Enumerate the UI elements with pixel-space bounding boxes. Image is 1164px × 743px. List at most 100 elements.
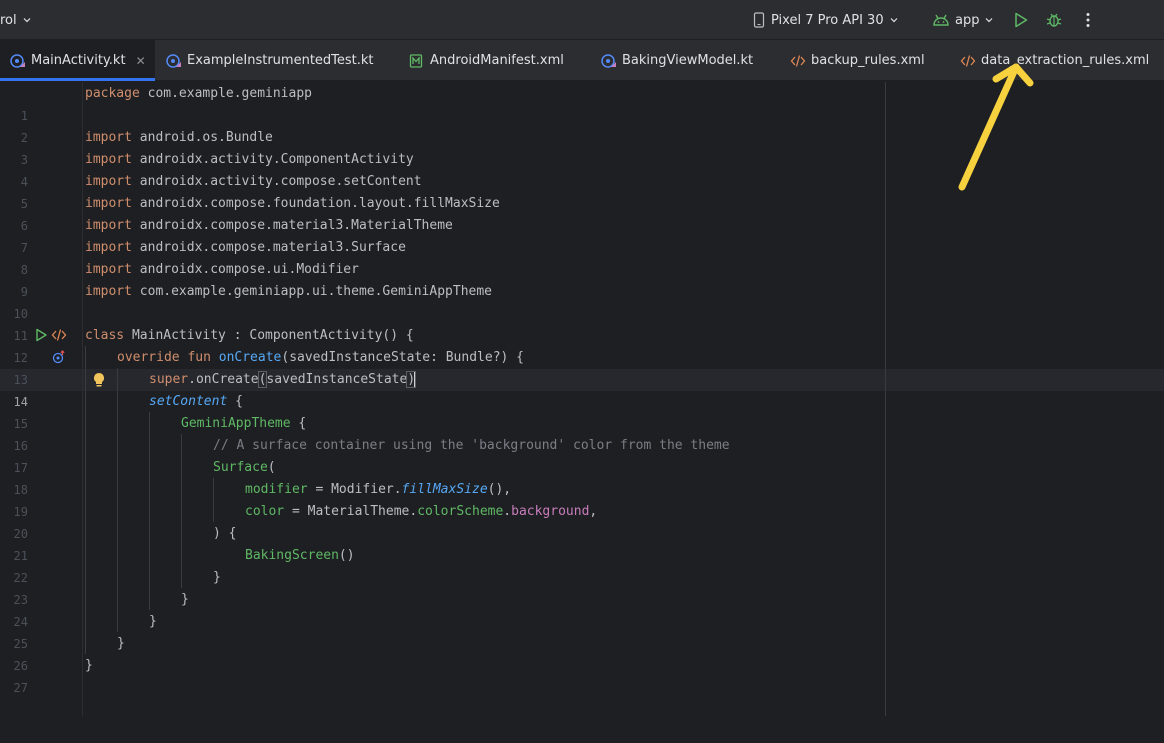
keyword: import bbox=[85, 196, 132, 211]
more-options-button[interactable] bbox=[1080, 0, 1096, 40]
code-line-18: 18 Surface( bbox=[0, 457, 1164, 497]
chevron-down-icon bbox=[23, 18, 31, 23]
annotation-arrow-icon bbox=[958, 63, 1034, 191]
android-icon bbox=[933, 14, 949, 26]
keyword: import bbox=[85, 262, 132, 277]
code-line-23: 23 } bbox=[0, 567, 1164, 607]
code-line-13: 13 override fun onCreate(savedInstanceSt… bbox=[0, 347, 1164, 387]
tab-backup-rules[interactable]: backup_rules.xml bbox=[790, 40, 950, 81]
run-config-selector[interactable]: app bbox=[932, 0, 993, 40]
code-text: } bbox=[117, 636, 125, 651]
keyword: class bbox=[85, 328, 125, 343]
named-argument: color bbox=[245, 504, 285, 519]
code-line-16: 16 GeminiAppTheme { bbox=[0, 413, 1164, 453]
code-line-20: 20 color = MaterialTheme.colorScheme.bac… bbox=[0, 501, 1164, 541]
keyword: override fun bbox=[117, 350, 211, 365]
manifest-file-icon bbox=[409, 53, 423, 68]
code-text: { bbox=[290, 416, 307, 431]
tab-baking-view-model[interactable]: BakingViewModel.kt bbox=[601, 40, 776, 81]
tab-label: BakingViewModel.kt bbox=[622, 53, 754, 68]
code-text: () bbox=[338, 548, 355, 563]
property-name: background bbox=[511, 504, 590, 519]
code-text: = MaterialTheme. bbox=[284, 504, 418, 519]
code-text: } bbox=[85, 658, 93, 673]
code-text: , bbox=[589, 504, 598, 519]
code-text: MainActivity : ComponentActivity() { bbox=[124, 328, 414, 343]
phone-icon bbox=[753, 12, 765, 28]
keyword: package bbox=[85, 86, 140, 101]
tab-example-instrumented-test[interactable]: ExampleInstrumentedTest.kt bbox=[166, 40, 396, 81]
keyword: super bbox=[149, 372, 189, 387]
composable-name: Surface bbox=[213, 460, 268, 475]
keyword: import bbox=[85, 152, 132, 167]
composable-name: GeminiAppTheme bbox=[181, 416, 291, 431]
code-line-27: 27 } bbox=[0, 655, 1164, 695]
code-text: = Modifier. bbox=[307, 482, 402, 497]
code-text: { bbox=[227, 394, 243, 409]
project-selector[interactable]: rol bbox=[0, 0, 31, 40]
code-text: .onCreate bbox=[188, 372, 259, 387]
code-text: ) { bbox=[213, 526, 237, 541]
device-label: Pixel 7 Pro API 30 bbox=[771, 12, 884, 28]
code-comment: // A surface container using the 'backgr… bbox=[213, 438, 730, 453]
function-name: fillMaxSize bbox=[401, 482, 488, 497]
code-line-7: 7 import androidx.compose.material3.Mate… bbox=[0, 215, 1164, 255]
kotlin-class-file-icon bbox=[601, 53, 616, 68]
code-text: (), bbox=[487, 482, 512, 497]
code-line-11: 11 bbox=[0, 303, 1164, 343]
keyword: import bbox=[85, 218, 132, 233]
code-line-12: 12 class MainActivity : ComponentActivit… bbox=[0, 325, 1164, 365]
code-text: androidx.activity.ComponentActivity bbox=[131, 152, 414, 167]
code-line-9: 9 import androidx.compose.ui.Modifier bbox=[0, 259, 1164, 299]
code-line-19: 19 modifier = Modifier.fillMaxSize(), bbox=[0, 479, 1164, 519]
bug-icon bbox=[1046, 13, 1062, 27]
chevron-down-icon bbox=[986, 18, 993, 23]
code-line-14: 14 super.onCreate(savedInstanceState) bbox=[0, 369, 1164, 409]
text-caret bbox=[414, 371, 417, 388]
code-line-15: 15 setContent { bbox=[0, 391, 1164, 431]
function-name: onCreate bbox=[218, 350, 282, 365]
code-text: androidx.compose.material3.MaterialTheme bbox=[131, 218, 453, 233]
code-text: . bbox=[503, 504, 512, 519]
composable-name: BakingScreen bbox=[245, 548, 339, 563]
code-line-22: 22 BakingScreen() bbox=[0, 545, 1164, 585]
more-vertical-icon bbox=[1086, 13, 1090, 27]
keyword: import bbox=[85, 240, 132, 255]
code-text: com.example.geminiapp bbox=[139, 86, 312, 101]
code-text: (savedInstanceState: Bundle?) { bbox=[281, 350, 525, 365]
named-argument: modifier bbox=[245, 482, 308, 497]
property-name: colorScheme bbox=[417, 504, 504, 519]
keyword: import bbox=[85, 130, 132, 145]
close-icon[interactable]: ✕ bbox=[136, 54, 146, 68]
kotlin-class-file-icon bbox=[166, 53, 181, 68]
code-text: androidx.compose.material3.Surface bbox=[131, 240, 406, 255]
code-line-26: 26 } bbox=[0, 633, 1164, 673]
run-icon bbox=[1015, 12, 1028, 28]
code-line-25: 25 } bbox=[0, 611, 1164, 651]
code-text: android.os.Bundle bbox=[131, 130, 273, 145]
tab-android-manifest[interactable]: AndroidManifest.xml bbox=[409, 40, 589, 81]
debug-button[interactable] bbox=[1045, 0, 1063, 40]
project-label: rol bbox=[0, 12, 17, 28]
code-text: savedInstanceState bbox=[266, 372, 408, 387]
code-text: } bbox=[213, 570, 221, 585]
chevron-down-icon bbox=[890, 18, 898, 23]
keyword: import bbox=[85, 174, 132, 189]
main-toolbar: rol Pixel 7 Pro API 30 app bbox=[0, 0, 1164, 40]
code-line-24: 24 } bbox=[0, 589, 1164, 629]
tab-main-activity[interactable]: MainActivity.kt ✕ bbox=[0, 40, 155, 81]
code-text: androidx.compose.ui.Modifier bbox=[131, 262, 359, 277]
tab-label: backup_rules.xml bbox=[811, 53, 925, 68]
xml-file-icon bbox=[790, 54, 806, 67]
code-text: } bbox=[181, 592, 189, 607]
code-line-21: 21 ) { bbox=[0, 523, 1164, 563]
code-text: ( bbox=[267, 460, 276, 475]
line-number: 27 bbox=[13, 681, 28, 695]
device-selector[interactable]: Pixel 7 Pro API 30 bbox=[752, 0, 898, 40]
keyword: import bbox=[85, 284, 132, 299]
code-line-10: 10 import com.example.geminiapp.ui.theme… bbox=[0, 281, 1164, 321]
run-button[interactable] bbox=[1012, 0, 1030, 40]
function-name: setContent bbox=[149, 394, 228, 409]
kotlin-class-file-icon bbox=[10, 53, 25, 68]
code-text: com.example.geminiapp.ui.theme.GeminiApp… bbox=[131, 284, 492, 299]
